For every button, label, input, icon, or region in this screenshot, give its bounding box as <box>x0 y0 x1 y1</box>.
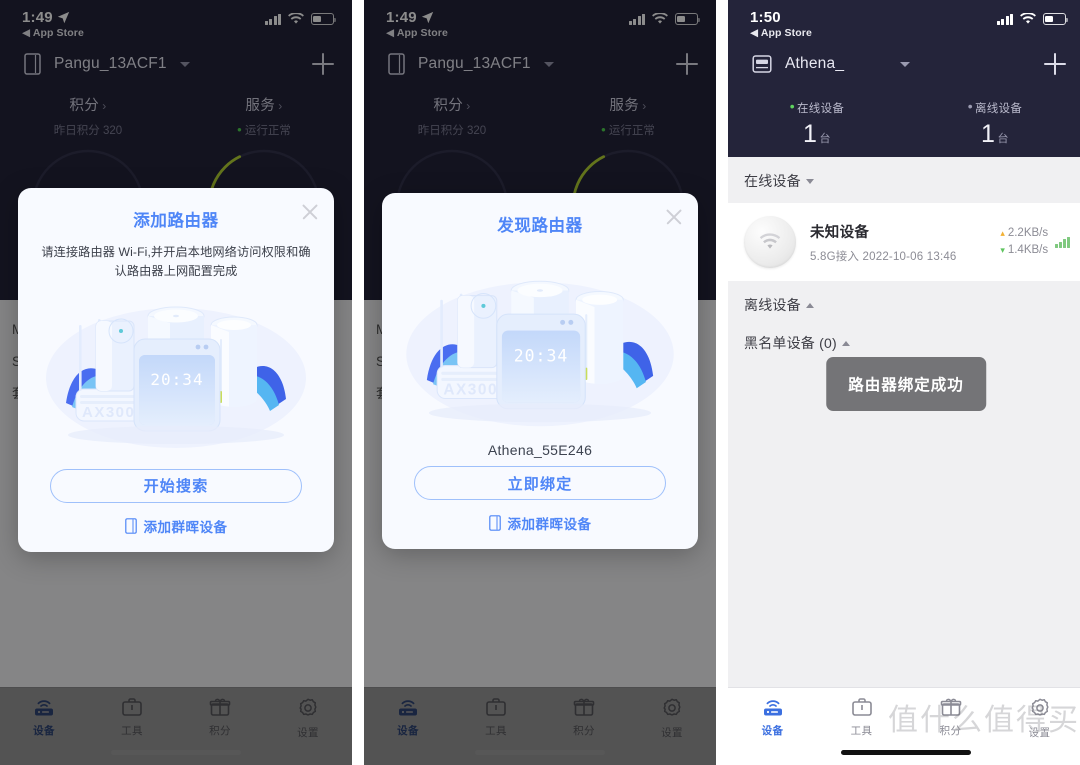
back-to-app[interactable]: ◀ App Store <box>750 27 812 39</box>
discover-router-modal: 发现路由器 AX3000 20:34 Athena_55E246 立即绑定 添加… <box>382 193 698 549</box>
upload-speed: 2.2KB/s <box>1007 226 1049 239</box>
signal-bars-icon <box>1055 236 1070 248</box>
chevron-down-icon <box>805 179 814 184</box>
add-synology-device-link[interactable]: 添加群晖设备 <box>18 516 334 552</box>
svg-text:20:34: 20:34 <box>514 346 569 365</box>
synology-device-icon <box>488 515 501 531</box>
chevron-up-icon <box>841 341 850 346</box>
tab-points[interactable]: 积分 <box>906 697 995 738</box>
online-dot: • <box>789 98 795 114</box>
screenshot-stage: 1:49 ◀ App Store Pangu_13ACF1 积分 › 昨日积分 … <box>0 0 1080 765</box>
panel-gap <box>716 0 728 765</box>
plus-icon[interactable] <box>1044 53 1066 75</box>
upload-arrow-icon: ▴ <box>1000 227 1005 238</box>
stat-value: 1 <box>803 120 818 148</box>
chevron-up-icon <box>805 303 814 308</box>
device-stats-row: • 在线设备 1台 • 离线设备 1台 <box>728 98 1080 149</box>
bind-now-button[interactable]: 立即绑定 <box>414 466 666 500</box>
panel-gap <box>352 0 364 765</box>
status-time-text: 1:50 <box>750 9 781 26</box>
panel3-top: 1:50 ◀ App Store Athena_ • 在线设备 1 台 • 离线… <box>728 0 1080 157</box>
stat-value: 1 <box>981 120 996 148</box>
section-label: 在线设备 <box>744 173 801 189</box>
svg-text:20:34: 20:34 <box>150 370 203 389</box>
modal-title: 添加路由器 <box>133 212 219 230</box>
chevron-down-icon[interactable] <box>900 61 911 67</box>
tab-label: 工具 <box>850 725 873 737</box>
toast-message: 路由器绑定成功 <box>826 357 986 411</box>
router-name: Athena_ <box>785 55 845 72</box>
status-bar-3: 1:50 ◀ App Store <box>728 0 1080 42</box>
device-meta: 5.8G接入 2022-10-06 13:46 <box>810 250 957 263</box>
download-speed: 1.4KB/s <box>1007 244 1049 256</box>
start-search-button[interactable]: 开始搜索 <box>50 468 302 503</box>
gift-icon <box>940 698 961 716</box>
offline-dot: • <box>967 98 973 114</box>
home-indicator <box>841 750 971 755</box>
cellular-signal-icon <box>996 13 1013 25</box>
tab-bar-3: 设备 工具 积分 设置 <box>728 687 1080 765</box>
wifi-icon <box>1020 13 1036 24</box>
modal-description: 请连接路由器 Wi-Fi,并开启本地网络访问权限和确认路由器上网配置完成 <box>41 245 311 278</box>
phone-panel-1: 1:49 ◀ App Store Pangu_13ACF1 积分 › 昨日积分 … <box>0 0 352 765</box>
toolbox-icon <box>851 698 872 716</box>
section-label: 离线设备 <box>744 297 801 313</box>
add-router-modal: 添加路由器 请连接路由器 Wi-Fi,并开启本地网络访问权限和确认路由器上网配置… <box>18 188 334 552</box>
gear-icon <box>1030 698 1049 716</box>
wifi-device-icon <box>744 216 796 268</box>
close-icon[interactable] <box>664 207 684 227</box>
add-synology-device-link[interactable]: 添加群晖设备 <box>382 513 698 549</box>
synology-device-icon <box>124 518 137 534</box>
modal-title: 发现路由器 <box>497 217 583 235</box>
found-router-name: Athena_55E246 <box>487 442 593 458</box>
add-synology-label: 添加群晖设备 <box>143 519 228 535</box>
stat-online-devices: • 在线设备 1台 <box>789 98 845 148</box>
tab-label: 设置 <box>1028 727 1051 739</box>
router-illustration: AX3000 20:34 <box>396 250 684 440</box>
tab-settings[interactable]: 设置 <box>995 697 1080 740</box>
nas-device-icon <box>752 55 772 73</box>
router-illustration: AX3000 20:34 <box>32 283 320 455</box>
tab-tools[interactable]: 工具 <box>817 697 906 738</box>
phone-panel-3: 1:50 ◀ App Store Athena_ • 在线设备 1 台 • 离线… <box>728 0 1080 765</box>
device-name: 未知设备 <box>810 224 870 241</box>
router-icon <box>763 700 782 716</box>
section-label: 黑名单设备 (0) <box>744 335 837 351</box>
stat-offline-devices: • 离线设备 1台 <box>967 98 1023 148</box>
download-arrow-icon: ▾ <box>1000 245 1005 255</box>
tab-label: 积分 <box>939 725 962 737</box>
phone-panel-2: 1:49 ◀ App Store Pangu_13ACF1 积分 › 昨日积分 … <box>364 0 716 765</box>
tab-devices[interactable]: 设备 <box>728 697 817 738</box>
router-title-row-3[interactable]: Athena_ <box>728 42 1080 82</box>
device-list-item[interactable]: 未知设备 5.8G接入 2022-10-06 13:46 ▴ 2.2KB/s ▾ 1… <box>728 203 1080 281</box>
section-offline-devices[interactable]: 离线设备 <box>728 281 1080 327</box>
section-online-devices[interactable]: 在线设备 <box>728 157 1080 203</box>
device-speeds: ▴ 2.2KB/s ▾ 1.4KB/s <box>1000 225 1048 260</box>
battery-icon <box>1043 13 1069 25</box>
add-synology-label: 添加群晖设备 <box>507 517 592 532</box>
tab-label: 设备 <box>761 725 784 737</box>
close-icon[interactable] <box>300 202 320 222</box>
status-time: 1:50 <box>750 9 812 26</box>
